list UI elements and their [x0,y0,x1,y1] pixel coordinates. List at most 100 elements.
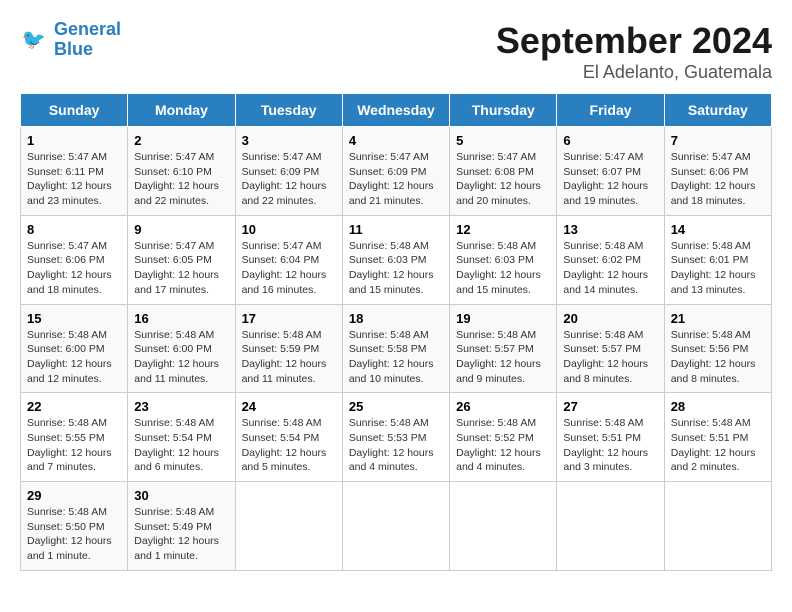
header-thursday: Thursday [450,94,557,127]
day-info: Sunrise: 5:48 AMSunset: 5:50 PMDaylight:… [27,505,121,564]
calendar-week-5: 29 Sunrise: 5:48 AMSunset: 5:50 PMDaylig… [21,482,772,571]
day-number: 11 [349,222,443,237]
calendar-cell: 3 Sunrise: 5:47 AMSunset: 6:09 PMDayligh… [235,127,342,216]
calendar-week-4: 22 Sunrise: 5:48 AMSunset: 5:55 PMDaylig… [21,393,772,482]
day-number: 15 [27,311,121,326]
day-number: 7 [671,133,765,148]
calendar-week-1: 1 Sunrise: 5:47 AMSunset: 6:11 PMDayligh… [21,127,772,216]
day-number: 19 [456,311,550,326]
header-wednesday: Wednesday [342,94,449,127]
day-info: Sunrise: 5:47 AMSunset: 6:10 PMDaylight:… [134,150,228,209]
calendar-cell: 15 Sunrise: 5:48 AMSunset: 6:00 PMDaylig… [21,304,128,393]
calendar-cell: 24 Sunrise: 5:48 AMSunset: 5:54 PMDaylig… [235,393,342,482]
day-number: 8 [27,222,121,237]
calendar-cell: 11 Sunrise: 5:48 AMSunset: 6:03 PMDaylig… [342,215,449,304]
day-info: Sunrise: 5:48 AMSunset: 5:57 PMDaylight:… [563,328,657,387]
day-info: Sunrise: 5:48 AMSunset: 5:58 PMDaylight:… [349,328,443,387]
calendar-week-3: 15 Sunrise: 5:48 AMSunset: 6:00 PMDaylig… [21,304,772,393]
header-sunday: Sunday [21,94,128,127]
calendar-cell [342,482,449,571]
calendar-cell: 28 Sunrise: 5:48 AMSunset: 5:51 PMDaylig… [664,393,771,482]
calendar-cell: 27 Sunrise: 5:48 AMSunset: 5:51 PMDaylig… [557,393,664,482]
header-saturday: Saturday [664,94,771,127]
calendar-cell [557,482,664,571]
logo-line1: General [54,19,121,39]
day-number: 1 [27,133,121,148]
day-info: Sunrise: 5:48 AMSunset: 6:03 PMDaylight:… [349,239,443,298]
calendar-cell: 9 Sunrise: 5:47 AMSunset: 6:05 PMDayligh… [128,215,235,304]
header: 🐦 General Blue September 2024 El Adelant… [20,20,772,83]
calendar-cell: 4 Sunrise: 5:47 AMSunset: 6:09 PMDayligh… [342,127,449,216]
calendar-cell: 5 Sunrise: 5:47 AMSunset: 6:08 PMDayligh… [450,127,557,216]
title-area: September 2024 El Adelanto, Guatemala [496,20,772,83]
day-number: 17 [242,311,336,326]
logo-line2: Blue [54,39,93,59]
day-info: Sunrise: 5:48 AMSunset: 5:49 PMDaylight:… [134,505,228,564]
day-info: Sunrise: 5:47 AMSunset: 6:04 PMDaylight:… [242,239,336,298]
day-info: Sunrise: 5:48 AMSunset: 6:03 PMDaylight:… [456,239,550,298]
day-number: 30 [134,488,228,503]
calendar-cell: 7 Sunrise: 5:47 AMSunset: 6:06 PMDayligh… [664,127,771,216]
day-number: 3 [242,133,336,148]
logo-text: General Blue [54,20,121,60]
calendar-cell [235,482,342,571]
day-number: 12 [456,222,550,237]
day-number: 9 [134,222,228,237]
day-number: 14 [671,222,765,237]
calendar-cell: 19 Sunrise: 5:48 AMSunset: 5:57 PMDaylig… [450,304,557,393]
calendar-cell: 29 Sunrise: 5:48 AMSunset: 5:50 PMDaylig… [21,482,128,571]
day-number: 16 [134,311,228,326]
calendar-cell: 16 Sunrise: 5:48 AMSunset: 6:00 PMDaylig… [128,304,235,393]
day-number: 5 [456,133,550,148]
day-info: Sunrise: 5:47 AMSunset: 6:08 PMDaylight:… [456,150,550,209]
day-info: Sunrise: 5:47 AMSunset: 6:06 PMDaylight:… [671,150,765,209]
calendar-cell: 13 Sunrise: 5:48 AMSunset: 6:02 PMDaylig… [557,215,664,304]
logo: 🐦 General Blue [20,20,121,60]
calendar-cell: 21 Sunrise: 5:48 AMSunset: 5:56 PMDaylig… [664,304,771,393]
day-info: Sunrise: 5:48 AMSunset: 5:55 PMDaylight:… [27,416,121,475]
calendar-cell: 2 Sunrise: 5:47 AMSunset: 6:10 PMDayligh… [128,127,235,216]
day-number: 20 [563,311,657,326]
calendar-cell: 10 Sunrise: 5:47 AMSunset: 6:04 PMDaylig… [235,215,342,304]
day-number: 10 [242,222,336,237]
header-friday: Friday [557,94,664,127]
day-info: Sunrise: 5:47 AMSunset: 6:06 PMDaylight:… [27,239,121,298]
calendar-header-row: Sunday Monday Tuesday Wednesday Thursday… [21,94,772,127]
day-number: 18 [349,311,443,326]
day-number: 25 [349,399,443,414]
month-title: September 2024 [496,20,772,62]
header-tuesday: Tuesday [235,94,342,127]
calendar-cell [664,482,771,571]
calendar-week-2: 8 Sunrise: 5:47 AMSunset: 6:06 PMDayligh… [21,215,772,304]
day-number: 27 [563,399,657,414]
day-info: Sunrise: 5:48 AMSunset: 6:01 PMDaylight:… [671,239,765,298]
calendar-cell: 22 Sunrise: 5:48 AMSunset: 5:55 PMDaylig… [21,393,128,482]
logo-icon: 🐦 [20,25,50,55]
day-info: Sunrise: 5:48 AMSunset: 5:59 PMDaylight:… [242,328,336,387]
day-info: Sunrise: 5:47 AMSunset: 6:11 PMDaylight:… [27,150,121,209]
calendar-cell: 23 Sunrise: 5:48 AMSunset: 5:54 PMDaylig… [128,393,235,482]
day-number: 26 [456,399,550,414]
day-info: Sunrise: 5:48 AMSunset: 5:56 PMDaylight:… [671,328,765,387]
day-number: 21 [671,311,765,326]
day-info: Sunrise: 5:47 AMSunset: 6:05 PMDaylight:… [134,239,228,298]
day-number: 22 [27,399,121,414]
day-number: 28 [671,399,765,414]
calendar-cell: 20 Sunrise: 5:48 AMSunset: 5:57 PMDaylig… [557,304,664,393]
calendar-cell: 12 Sunrise: 5:48 AMSunset: 6:03 PMDaylig… [450,215,557,304]
calendar-table: Sunday Monday Tuesday Wednesday Thursday… [20,93,772,571]
day-info: Sunrise: 5:47 AMSunset: 6:09 PMDaylight:… [242,150,336,209]
day-number: 29 [27,488,121,503]
day-info: Sunrise: 5:47 AMSunset: 6:09 PMDaylight:… [349,150,443,209]
day-info: Sunrise: 5:48 AMSunset: 5:53 PMDaylight:… [349,416,443,475]
day-info: Sunrise: 5:48 AMSunset: 6:02 PMDaylight:… [563,239,657,298]
day-info: Sunrise: 5:48 AMSunset: 6:00 PMDaylight:… [134,328,228,387]
calendar-cell: 26 Sunrise: 5:48 AMSunset: 5:52 PMDaylig… [450,393,557,482]
day-number: 13 [563,222,657,237]
day-number: 23 [134,399,228,414]
svg-text:🐦: 🐦 [22,29,46,51]
day-number: 6 [563,133,657,148]
day-info: Sunrise: 5:48 AMSunset: 5:51 PMDaylight:… [563,416,657,475]
calendar-cell: 17 Sunrise: 5:48 AMSunset: 5:59 PMDaylig… [235,304,342,393]
day-number: 2 [134,133,228,148]
